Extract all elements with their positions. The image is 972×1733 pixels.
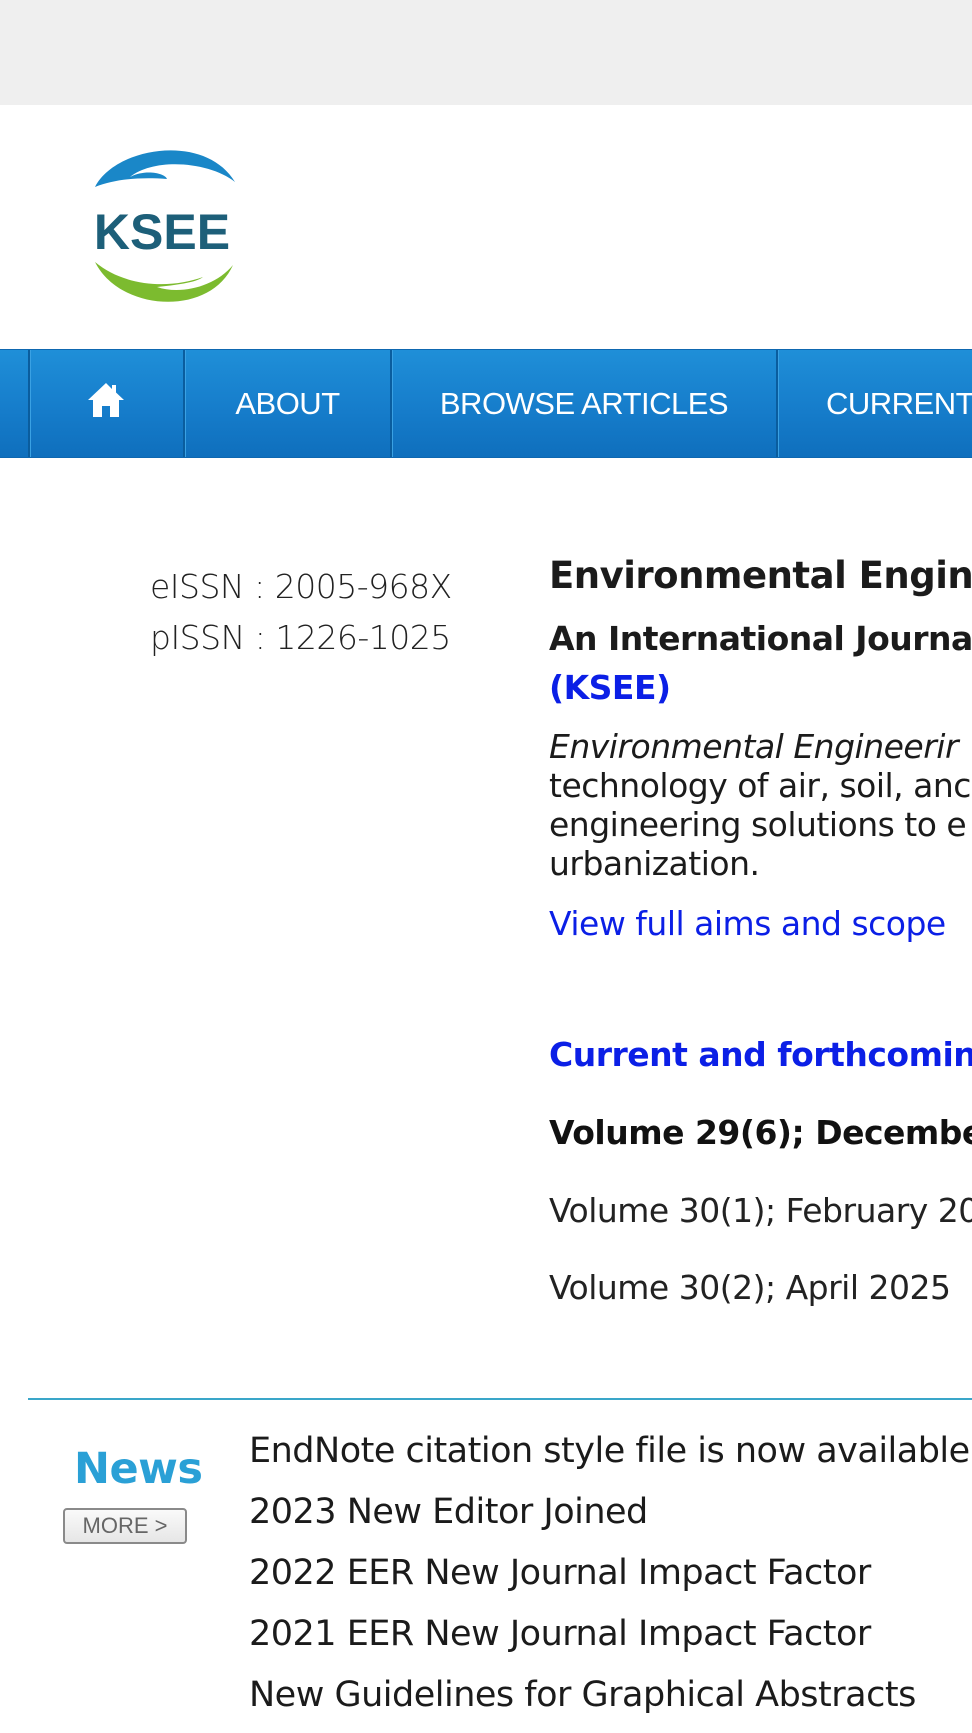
current-forthcoming-link[interactable]: Current and forthcoming <box>549 1035 972 1074</box>
nav-current[interactable]: CURRENT <box>778 350 972 457</box>
news-item[interactable]: 2022 EER New Journal Impact Factor <box>249 1550 972 1611</box>
news-item[interactable]: New Guidelines for Graphical Abstracts <box>249 1672 972 1733</box>
aims-scope-link[interactable]: View full aims and scope <box>549 904 972 943</box>
home-icon <box>85 380 127 428</box>
section-divider <box>28 1398 972 1400</box>
news-list: EndNote citation style file is now avail… <box>249 1428 972 1733</box>
journal-description: Environmental Engineerir technology of a… <box>549 727 972 883</box>
forthcoming-issue-link[interactable]: Volume 30(1); February 20 <box>549 1191 972 1230</box>
news-item[interactable]: EndNote citation style file is now avail… <box>249 1428 972 1489</box>
description-line: Environmental Engineerir <box>549 727 959 766</box>
main-navigation: ABOUT BROWSE ARTICLES CURRENT <box>0 349 972 458</box>
news-more-button[interactable]: MORE > <box>63 1508 187 1544</box>
news-item[interactable]: 2021 EER New Journal Impact Factor <box>249 1611 972 1672</box>
pissn-label: pISSN : 1226-1025 <box>150 618 451 657</box>
logo-text: KSEE <box>94 204 230 260</box>
description-line: urbanization. <box>549 844 760 883</box>
nav-about[interactable]: ABOUT <box>185 350 390 457</box>
ksee-publisher-link[interactable]: (KSEE) <box>549 668 972 707</box>
news-item[interactable]: 2023 New Editor Joined <box>249 1489 972 1550</box>
forthcoming-issue-link[interactable]: Volume 30(2); April 2025 <box>549 1268 972 1307</box>
eissn-label: eISSN : 2005-968X <box>150 567 452 606</box>
ksee-logo[interactable]: KSEE <box>85 137 240 312</box>
top-bar <box>0 0 972 105</box>
journal-subtitle: An International Journa <box>549 619 972 658</box>
description-line: technology of air, soil, anc <box>549 766 971 805</box>
logo-graphic: KSEE <box>94 150 235 302</box>
nav-browse-articles[interactable]: BROWSE ARTICLES <box>392 350 776 457</box>
journal-title: Environmental Engine <box>549 554 972 597</box>
nav-home[interactable] <box>30 350 182 457</box>
current-issue-link[interactable]: Volume 29(6); December <box>549 1113 972 1152</box>
description-line: engineering solutions to e <box>549 805 967 844</box>
news-heading: News <box>74 1444 203 1494</box>
